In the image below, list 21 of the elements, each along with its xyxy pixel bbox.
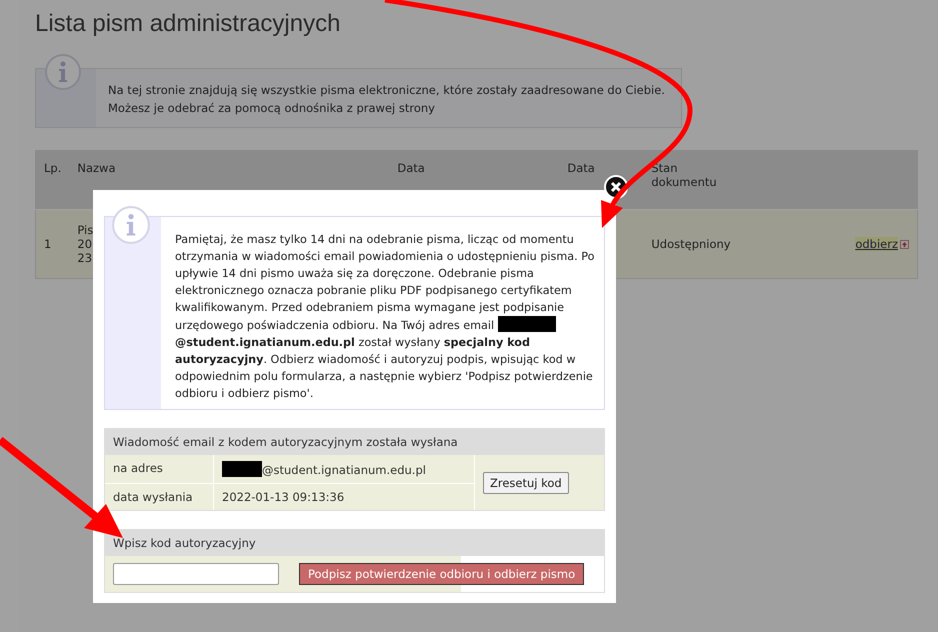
reset-code-button[interactable]: Zresetuj kod <box>483 472 569 494</box>
info-text: Możesz je odebrać za pomocą odnośnika z prawej strony <box>108 100 436 117</box>
table-cell: 20 <box>77 237 92 251</box>
field-label: na adres <box>105 455 213 483</box>
notice-text: Pamiętaj, że masz tylko 14 dni na odebranie pisma, licząc od momentu otrzymania w wiadomości email powiadomienia o udostępnieniu pisma. Po upływie 14 dni pismo uważa się za doręczone. Odebranie pisma elektronicznego oznacza pobranie pliku PDF podpisanego certyfikatem kwalifikowanym. Przed odebraniem pisma wymagane jest podpisanie urzędowego poświadczenia odbioru. Na Twój adres email @student.ignatianum.edu.pl został wysłany specjalny kod autoryzacyjny. Odbierz wiadomość i autoryzuj podpis, wpisując kod w odpowiednim polu formularza, a następnie wybierz 'Podpisz potwierdzenie odbioru i odbierz pismo'. <box>174 232 596 402</box>
field-value: @student.ignatianum.edu.pl <box>214 455 474 483</box>
table-cell: Udostępniony <box>643 210 752 278</box>
panel-header: Wpisz kod autoryzacyjny <box>105 530 604 556</box>
field-label: data wysłania <box>105 484 213 510</box>
sign-and-download-button[interactable]: Podpisz potwierdzenie odbioru i odbierz pismo <box>299 563 584 585</box>
code-input-field[interactable] <box>113 563 279 585</box>
table-cell: 23 <box>77 251 92 265</box>
table-cell: Pis <box>77 223 94 237</box>
page-title: Lista pism administracyjnych <box>35 10 342 38</box>
upload-icon <box>900 240 909 250</box>
panel-header: Wiadomość email z kodem autoryzacyjnym została wysłana <box>105 429 604 455</box>
info-text: Na tej stronie znajdują się wszystkie pisma elektroniczne, które zostały zaadresowane do Ciebie. <box>108 82 665 99</box>
table-cell: 1 <box>36 210 70 278</box>
field-value: 2022-01-13 09:13:36 <box>214 484 474 510</box>
column-header: Lp. <box>36 150 70 210</box>
download-link[interactable]: odbierz <box>855 237 898 251</box>
